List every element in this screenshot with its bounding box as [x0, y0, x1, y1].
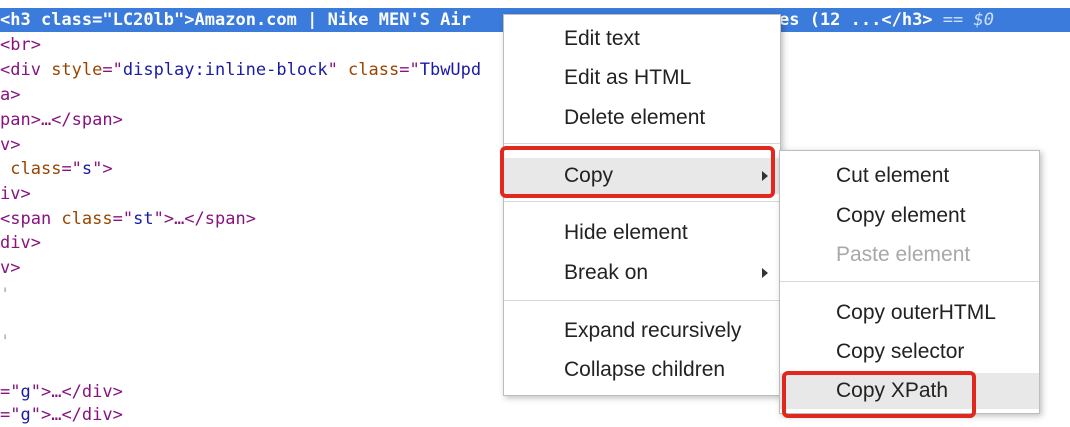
menu-item-label: Break on	[564, 261, 649, 284]
console-ref-marker: == $0	[932, 10, 994, 30]
code-token: class	[40, 10, 93, 30]
code-line[interactable]: v>	[0, 256, 20, 280]
code-token: g	[20, 382, 31, 402]
submenu-item-cut-element[interactable]: Cut element	[780, 158, 1039, 194]
code-token: ">…</div>	[30, 382, 123, 402]
code-token: class	[348, 60, 400, 80]
code-line: '	[0, 285, 11, 305]
code-token: ="	[0, 382, 21, 402]
submenu-item-copy-outerhtml[interactable]: Copy outerHTML	[780, 295, 1039, 331]
code-line[interactable]: <div style="display:inline-block" class=…	[0, 58, 481, 82]
code-token: es (12 ...	[779, 10, 882, 30]
code-line: '	[0, 332, 11, 352]
code-token: ="	[92, 10, 113, 30]
code-token: ">…</div>	[30, 405, 123, 425]
code-token: "	[153, 209, 164, 229]
code-line[interactable]: ="g">…</div>	[0, 403, 123, 427]
code-token: Amazon.com | Nike MEN'S Air	[194, 10, 471, 30]
code-token: ="	[61, 159, 82, 179]
menu-item-delete-element[interactable]: Delete element	[504, 100, 780, 136]
menu-separator	[504, 201, 780, 202]
code-token: s	[81, 159, 93, 179]
highlight-box-copy-xpath	[782, 371, 976, 418]
code-token: TbwUpd	[419, 60, 482, 80]
code-token: g	[20, 405, 31, 425]
code-token: ="	[0, 405, 21, 425]
code-line[interactable]: <br>	[0, 33, 41, 57]
code-token: ="	[112, 209, 134, 229]
highlight-box-copy	[500, 146, 775, 198]
menu-separator	[780, 281, 1039, 282]
code-token: display:inline-block	[122, 60, 328, 80]
code-token: <div	[0, 60, 52, 80]
submenu-item-paste-element: Paste element	[836, 243, 971, 266]
code-line[interactable]: div>	[0, 231, 41, 255]
code-line[interactable]: pan>…</span>	[0, 108, 123, 132]
code-line[interactable]: <span class="st">…</span>	[0, 207, 256, 231]
code-line[interactable]: iv>	[0, 182, 31, 206]
menu-item-break-on[interactable]: Break on	[504, 255, 780, 291]
submenu-item-copy-element[interactable]: Copy element	[780, 198, 1039, 234]
code-token: "	[92, 159, 103, 179]
code-token: </h3>	[881, 10, 933, 30]
code-token: LC20lb	[112, 10, 175, 30]
code-line[interactable]: v>	[0, 133, 20, 157]
code-token: class	[61, 209, 113, 229]
code-token: st	[133, 209, 154, 229]
code-token: style	[51, 60, 103, 80]
code-token: class	[10, 159, 62, 179]
menu-item-edit-as-html[interactable]: Edit as HTML	[504, 60, 780, 96]
chevron-right-icon	[762, 268, 768, 278]
menu-item-edit-text[interactable]: Edit text	[504, 21, 780, 57]
code-token: ">	[174, 10, 195, 30]
code-token: >	[102, 159, 113, 179]
code-token: ="	[399, 60, 420, 80]
code-token: ="	[102, 60, 123, 80]
code-line[interactable]: class="s">	[0, 157, 113, 181]
menu-separator	[504, 300, 780, 301]
context-menu: Edit text Edit as HTML Delete element Co…	[503, 14, 781, 396]
menu-item-expand-recursively[interactable]: Expand recursively	[504, 313, 780, 349]
code-token: <h3	[0, 10, 41, 30]
code-token: >…</span>	[163, 209, 256, 229]
code-token: "	[327, 60, 349, 80]
selected-node-tail: es (12 ...</h3> == $0	[779, 8, 1070, 32]
menu-separator	[504, 143, 780, 144]
code-line[interactable]: ="g">…</div>	[0, 380, 123, 404]
code-token: <span	[0, 209, 62, 229]
menu-item-collapse-children[interactable]: Collapse children	[504, 352, 780, 388]
code-line[interactable]: a>	[0, 83, 20, 107]
menu-item-hide-element[interactable]: Hide element	[504, 215, 780, 251]
submenu-item-copy-selector[interactable]: Copy selector	[780, 334, 1039, 370]
